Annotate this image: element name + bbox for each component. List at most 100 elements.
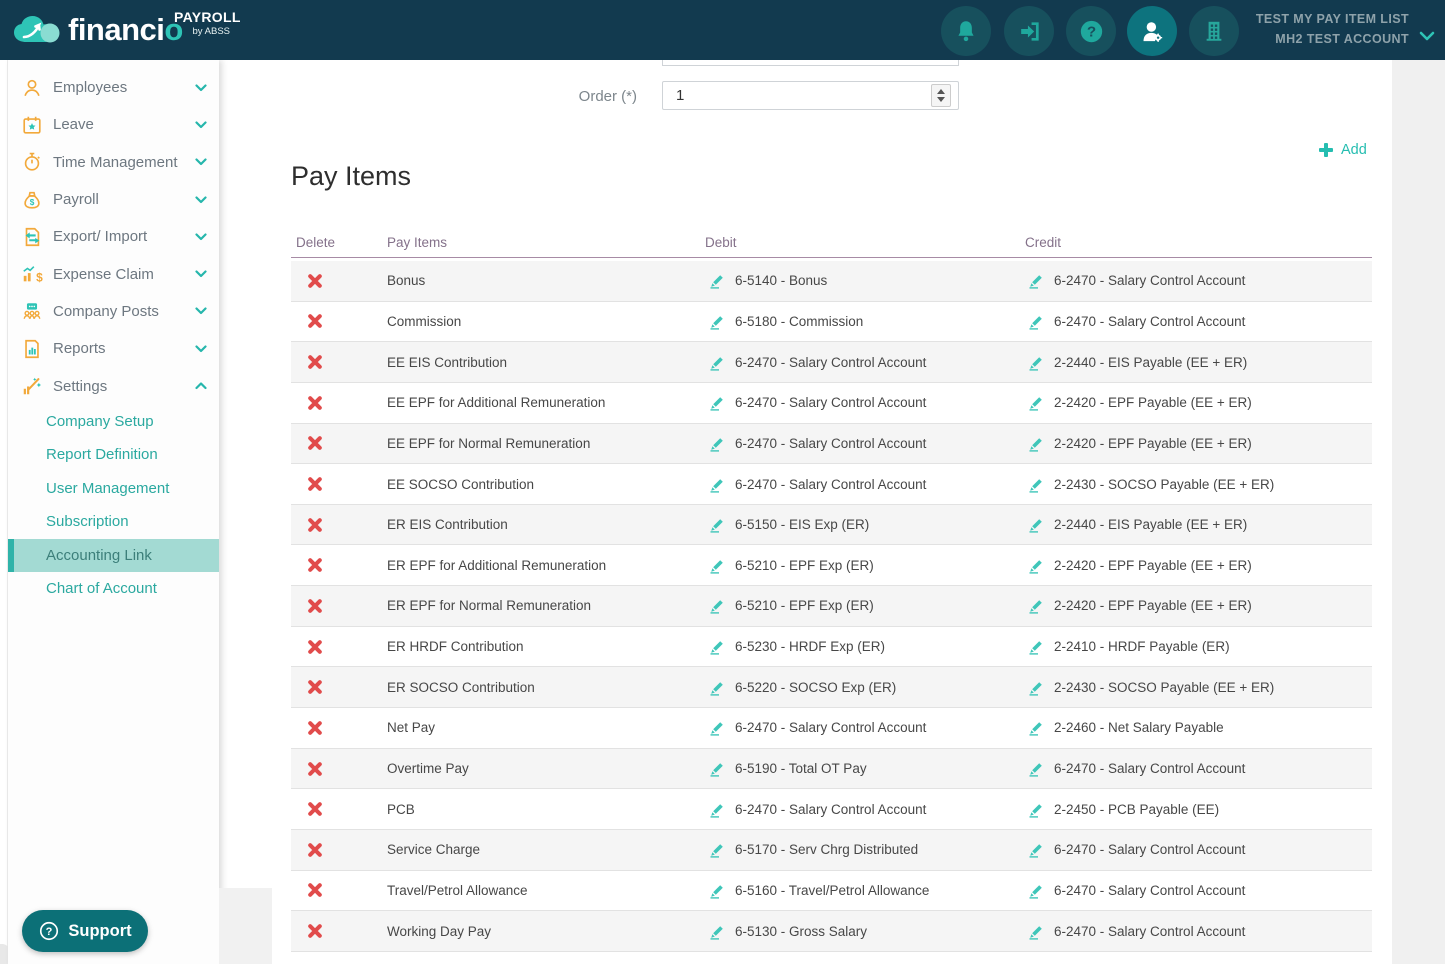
- delete-button[interactable]: [304, 342, 326, 382]
- account-name: MH2 TEST ACCOUNT: [1275, 32, 1409, 46]
- edit-credit-button[interactable]: [1028, 597, 1045, 615]
- edit-debit-button[interactable]: [709, 435, 726, 452]
- edit-debit-button[interactable]: [709, 638, 726, 655]
- edit-debit-button[interactable]: [709, 354, 726, 371]
- delete-button[interactable]: [304, 789, 326, 829]
- edit-debit-button[interactable]: [709, 841, 726, 858]
- edit-credit-button[interactable]: [1028, 557, 1045, 574]
- delete-button[interactable]: [304, 911, 326, 951]
- edit-credit-button[interactable]: [1028, 354, 1045, 371]
- workspace-selector[interactable]: TEST MY PAY ITEM LIST MH2 TEST ACCOUNT: [1256, 9, 1409, 49]
- edit-credit-button[interactable]: [1028, 516, 1045, 533]
- sidebar-item-expense-claim[interactable]: $ Expense Claim: [8, 255, 219, 292]
- delete-button[interactable]: [304, 667, 326, 707]
- company-button[interactable]: [1189, 6, 1239, 56]
- delete-button[interactable]: [304, 383, 326, 423]
- pencil-icon: [710, 803, 723, 818]
- app-logo[interactable]: financio: [12, 0, 183, 60]
- table-row: ER SOCSO Contribution 6-5220 - SOCSO Exp…: [291, 667, 1372, 709]
- sidebar-subitem-accounting-link[interactable]: Accounting Link: [8, 538, 219, 573]
- edit-debit-button[interactable]: [709, 923, 726, 940]
- order-stepper[interactable]: [931, 84, 951, 107]
- sidebar-item-time-management[interactable]: Time Management: [8, 144, 219, 181]
- chevron-up-icon: [195, 382, 207, 390]
- brand-name: financio: [68, 12, 183, 47]
- edit-debit-button[interactable]: [709, 557, 726, 574]
- credit-account: 2-2420 - EPF Payable (EE + ER): [1054, 557, 1252, 573]
- edit-debit-button[interactable]: [709, 760, 726, 777]
- edit-credit-button[interactable]: [1028, 272, 1045, 289]
- edit-credit-button[interactable]: [1028, 394, 1045, 411]
- edit-debit-button[interactable]: [709, 719, 726, 736]
- edit-credit-button[interactable]: [1028, 760, 1045, 777]
- edit-credit-button[interactable]: [1028, 435, 1045, 452]
- edit-credit-button[interactable]: [1028, 882, 1045, 899]
- sidebar-subitem-company-setup[interactable]: Company Setup: [8, 405, 219, 439]
- sidebar-item-label: Employees: [53, 79, 128, 97]
- edit-debit-button[interactable]: [709, 679, 726, 696]
- sidebar-subitem-subscription[interactable]: Subscription: [8, 505, 219, 539]
- edit-debit-button[interactable]: [709, 801, 726, 818]
- edit-debit-button[interactable]: [709, 476, 726, 493]
- edit-credit-button[interactable]: [1028, 313, 1045, 330]
- delete-button[interactable]: [304, 545, 326, 585]
- table-row: Bonus 6-5140 - Bonus 6-2470 - Salary Con…: [291, 261, 1372, 302]
- order-input[interactable]: [662, 81, 959, 110]
- delete-button[interactable]: [304, 830, 326, 870]
- edit-credit-button[interactable]: [1028, 679, 1045, 696]
- delete-button[interactable]: [304, 708, 326, 748]
- edit-debit-button[interactable]: [709, 272, 726, 289]
- sidebar-subitem-report-definition[interactable]: Report Definition: [8, 438, 219, 472]
- support-button[interactable]: ? Support: [22, 910, 148, 952]
- edit-credit-button[interactable]: [1028, 719, 1045, 736]
- delete-button[interactable]: [304, 627, 326, 667]
- sidebar-item-settings[interactable]: Settings: [8, 367, 219, 404]
- edit-debit-button[interactable]: [709, 516, 726, 533]
- edit-credit-button[interactable]: [1028, 841, 1045, 858]
- employees-icon: [20, 76, 44, 100]
- sidebar-subitem-chart-of-account[interactable]: Chart of Account: [8, 572, 219, 606]
- table-row: Net Pay 6-2470 - Salary Control Account …: [291, 708, 1372, 749]
- sidebar-item-payroll[interactable]: $ Payroll: [8, 181, 219, 218]
- delete-button[interactable]: [304, 586, 326, 626]
- delete-button[interactable]: [304, 871, 326, 911]
- edit-debit-button[interactable]: [709, 394, 726, 411]
- pencil-icon: [710, 844, 723, 858]
- sidebar-item-leave[interactable]: Leave: [8, 106, 219, 143]
- sign-out-button[interactable]: [1004, 6, 1054, 56]
- delete-button[interactable]: [304, 424, 326, 464]
- chevron-down-icon: [1419, 28, 1435, 46]
- sidebar-item-export-import[interactable]: Export/ Import: [8, 218, 219, 255]
- stepper-up-icon[interactable]: [937, 89, 945, 94]
- edit-credit-button[interactable]: [1028, 923, 1045, 940]
- delete-button[interactable]: [304, 302, 326, 342]
- sidebar-item-company-posts[interactable]: Company Posts: [8, 293, 219, 330]
- debit-account: 6-2470 - Salary Control Account: [735, 435, 927, 451]
- notifications-button[interactable]: [941, 6, 991, 56]
- credit-account: 6-2470 - Salary Control Account: [1054, 923, 1246, 939]
- edit-debit-button[interactable]: [709, 882, 726, 899]
- edit-debit-button[interactable]: [709, 597, 726, 615]
- edit-credit-button[interactable]: [1028, 801, 1045, 818]
- delete-button[interactable]: [304, 749, 326, 789]
- sidebar-item-reports[interactable]: Reports: [8, 330, 219, 367]
- edit-debit-button[interactable]: [709, 313, 726, 330]
- sidebar-item-employees[interactable]: Employees: [8, 69, 219, 106]
- pencil-icon: [710, 600, 723, 615]
- edit-credit-button[interactable]: [1028, 476, 1045, 493]
- help-button[interactable]: ?: [1066, 6, 1116, 56]
- pencil-icon: [1029, 763, 1042, 777]
- pay-item-name: ER HRDF Contribution: [387, 639, 524, 655]
- debit-account: 6-2470 - Salary Control Account: [735, 354, 927, 370]
- table-row: PCB 6-2470 - Salary Control Account 2-24…: [291, 789, 1372, 830]
- stepper-down-icon[interactable]: [937, 97, 945, 102]
- sidebar-item-label: Payroll: [53, 191, 99, 209]
- delete-button[interactable]: [304, 464, 326, 504]
- leave-calendar-icon: [20, 113, 44, 137]
- edit-credit-button[interactable]: [1028, 638, 1045, 655]
- add-pay-item-button[interactable]: Add: [1318, 142, 1367, 158]
- sidebar-subitem-user-management[interactable]: User Management: [8, 472, 219, 506]
- delete-button[interactable]: [304, 505, 326, 545]
- delete-button[interactable]: [304, 261, 326, 301]
- user-settings-button[interactable]: [1127, 6, 1177, 56]
